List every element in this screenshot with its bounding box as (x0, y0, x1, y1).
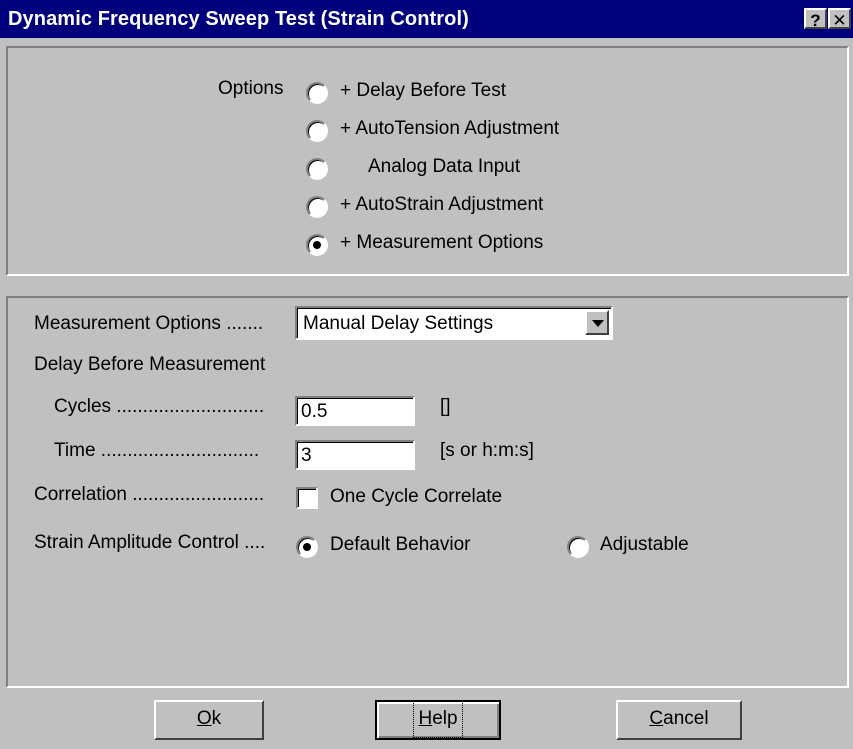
strain-amplitude-control-label: Strain Amplitude Control .... (34, 532, 266, 553)
delay-before-measurement-label: Delay Before Measurement (34, 354, 266, 375)
option-radio-delay-before-test[interactable] (306, 82, 328, 104)
options-label: Options (218, 78, 284, 99)
strain-default-behavior-radio[interactable] (296, 536, 318, 558)
time-label: Time .............................. (54, 440, 260, 461)
option-label-autotension[interactable]: + AutoTension Adjustment (340, 118, 559, 140)
dialog-window: Dynamic Frequency Sweep Test (Strain Con… (0, 0, 853, 749)
option-radio-analog-data-input[interactable] (306, 158, 328, 180)
ok-label: k (211, 708, 222, 729)
window-title: Dynamic Frequency Sweep Test (Strain Con… (8, 8, 469, 30)
option-label-measurement-options[interactable]: + Measurement Options (340, 232, 543, 254)
one-cycle-correlate-label[interactable]: One Cycle Correlate (330, 486, 502, 508)
measurement-options-label: Measurement Options ....... (34, 313, 264, 334)
cancel-label: ancel (663, 708, 709, 729)
question-icon: ? (810, 11, 821, 30)
option-label-delay-before-test[interactable]: + Delay Before Test (340, 80, 506, 102)
option-radio-autotension[interactable] (306, 120, 328, 142)
close-button[interactable]: ✕ (828, 8, 851, 30)
help-button[interactable]: Help (375, 700, 501, 740)
measurement-options-value: Manual Delay Settings (303, 313, 494, 334)
cycles-label: Cycles ............................ (54, 396, 265, 417)
help-mnemonic: H (418, 708, 433, 729)
chevron-down-icon[interactable] (585, 310, 609, 335)
option-radio-measurement-options[interactable] (306, 234, 328, 256)
correlation-label: Correlation ......................... (34, 484, 265, 505)
strain-adjustable-label[interactable]: Adjustable (600, 534, 689, 556)
measurement-options-dropdown[interactable]: Manual Delay Settings (295, 306, 613, 340)
cycles-input[interactable]: 0.5 (295, 396, 415, 426)
strain-default-behavior-label[interactable]: Default Behavior (330, 534, 470, 556)
close-icon: ✕ (832, 11, 847, 30)
title-bar: Dynamic Frequency Sweep Test (Strain Con… (0, 0, 853, 38)
help-label: elp (432, 708, 458, 729)
ok-mnemonic: O (196, 708, 212, 729)
strain-adjustable-radio[interactable] (567, 536, 589, 558)
help-icon-button[interactable]: ? (804, 8, 827, 30)
cancel-button[interactable]: Cancel (616, 700, 742, 740)
time-value: 3 (301, 445, 312, 466)
option-label-analog-data-input[interactable]: Analog Data Input (368, 156, 520, 178)
cancel-mnemonic: C (649, 708, 664, 729)
one-cycle-correlate-checkbox[interactable] (296, 487, 318, 509)
time-input[interactable]: 3 (295, 440, 415, 470)
cycles-unit: [] (440, 396, 451, 417)
option-radio-autostrain[interactable] (306, 196, 328, 218)
cycles-value: 0.5 (301, 401, 328, 422)
option-label-autostrain[interactable]: + AutoStrain Adjustment (340, 194, 543, 216)
time-unit: [s or h:m:s] (440, 440, 534, 461)
ok-button[interactable]: Ok (154, 700, 264, 740)
